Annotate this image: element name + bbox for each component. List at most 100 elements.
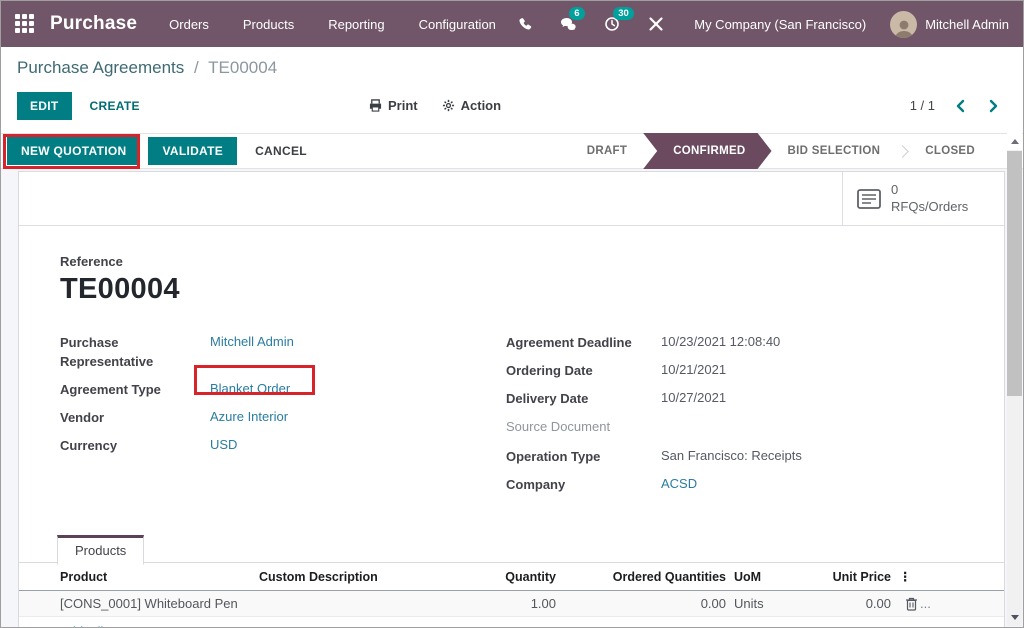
field-delivery-date: Delivery Date 10/27/2021 bbox=[506, 389, 966, 417]
edit-button[interactable]: EDIT bbox=[17, 92, 72, 120]
purchase-representative-link[interactable]: Mitchell Admin bbox=[210, 333, 294, 349]
breadcrumb-current: TE00004 bbox=[208, 58, 277, 77]
action-label: Action bbox=[461, 98, 501, 113]
operation-type-value: San Francisco: Receipts bbox=[661, 447, 802, 463]
state-bid-selection[interactable]: BID SELECTION bbox=[774, 134, 895, 168]
field-company: Company ACSD bbox=[506, 475, 966, 503]
list-icon bbox=[857, 189, 881, 209]
menu-configuration[interactable]: Configuration bbox=[419, 17, 496, 32]
top-navbar: Purchase Orders Products Reporting Confi… bbox=[1, 1, 1023, 47]
field-label: Delivery Date bbox=[506, 389, 661, 409]
agreement-deadline-value: 10/23/2021 12:08:40 bbox=[661, 333, 780, 349]
control-panel: Purchase Agreements / TE00004 EDIT CREAT… bbox=[1, 47, 1023, 133]
field-label: Source Document bbox=[506, 417, 661, 437]
tab-products[interactable]: Products bbox=[57, 535, 144, 565]
scrollbar-up-icon[interactable] bbox=[1007, 133, 1022, 150]
state-pipeline: DRAFT CONFIRMED BID SELECTION CLOSED bbox=[573, 134, 989, 168]
pager-count: 1 / 1 bbox=[910, 98, 935, 113]
field-agreement-deadline: Agreement Deadline 10/23/2021 12:08:40 bbox=[506, 333, 966, 361]
apps-grid-icon[interactable] bbox=[15, 14, 35, 34]
col-quantity[interactable]: Quantity bbox=[469, 563, 564, 591]
field-source-document: Source Document bbox=[506, 417, 966, 445]
stat-label: RFQs/Orders bbox=[891, 199, 968, 215]
new-quotation-button[interactable]: NEW QUOTATION bbox=[7, 137, 140, 165]
gear-icon bbox=[442, 99, 455, 112]
cell-custom-description bbox=[259, 591, 469, 617]
menu-orders[interactable]: Orders bbox=[169, 17, 209, 32]
ordering-date-value: 10/21/2021 bbox=[661, 361, 726, 377]
cell-uom: Units bbox=[734, 591, 794, 617]
pager-prev-icon[interactable] bbox=[955, 99, 966, 113]
menu-reporting[interactable]: Reporting bbox=[328, 17, 384, 32]
trash-icon[interactable] bbox=[905, 597, 918, 611]
col-uom[interactable]: UoM bbox=[734, 563, 794, 591]
print-menu[interactable]: Print bbox=[369, 98, 418, 113]
state-draft[interactable]: DRAFT bbox=[573, 134, 641, 168]
scrollbar-thumb[interactable] bbox=[1007, 151, 1022, 396]
cell-ordered: 0.00 bbox=[564, 591, 734, 617]
field-label: Currency bbox=[60, 436, 210, 456]
col-unit-price[interactable]: Unit Price bbox=[794, 563, 899, 591]
breadcrumb: Purchase Agreements / TE00004 bbox=[17, 58, 1007, 78]
field-label: Vendor bbox=[60, 408, 210, 428]
vertical-scrollbar[interactable] bbox=[1007, 133, 1022, 626]
tools-icon[interactable] bbox=[646, 14, 666, 34]
scrollbar-down-icon[interactable] bbox=[1007, 609, 1022, 626]
user-menu[interactable]: Mitchell Admin bbox=[890, 11, 1009, 38]
delivery-date-value: 10/27/2021 bbox=[661, 389, 726, 405]
state-confirmed[interactable]: CONFIRMED bbox=[643, 133, 771, 169]
create-button[interactable]: CREATE bbox=[90, 99, 140, 113]
statusbar: NEW QUOTATION VALIDATE CANCEL DRAFT CONF… bbox=[1, 133, 1023, 169]
form-sheet: 0 RFQs/Orders Reference TE00004 Purchase… bbox=[18, 171, 1005, 627]
field-operation-type: Operation Type San Francisco: Receipts bbox=[506, 447, 966, 475]
state-closed[interactable]: CLOSED bbox=[911, 134, 989, 168]
cell-unit-price: 0.00 bbox=[794, 591, 899, 617]
field-label: Ordering Date bbox=[506, 361, 661, 381]
rfqs-orders-stat-button[interactable]: 0 RFQs/Orders bbox=[842, 172, 1004, 225]
col-custom-description[interactable]: Custom Description bbox=[259, 563, 469, 591]
company-switcher[interactable]: My Company (San Francisco) bbox=[694, 17, 866, 32]
user-name: Mitchell Admin bbox=[925, 17, 1009, 32]
table-row[interactable]: [CONS_0001] Whiteboard Pen 1.00 0.00 Uni… bbox=[19, 591, 1004, 617]
field-label: Company bbox=[506, 475, 661, 495]
state-separator-icon bbox=[896, 145, 909, 158]
vendor-link[interactable]: Azure Interior bbox=[210, 408, 288, 424]
breadcrumb-parent[interactable]: Purchase Agreements bbox=[17, 58, 184, 77]
reference-label: Reference bbox=[60, 254, 1004, 269]
field-label: Agreement Deadline bbox=[506, 333, 661, 353]
row-overflow: ... bbox=[920, 596, 931, 611]
optional-columns-icon[interactable]: ⋮ bbox=[899, 563, 1004, 591]
currency-link[interactable]: USD bbox=[210, 436, 237, 452]
phone-icon[interactable] bbox=[514, 14, 534, 34]
field-label: Purchase Representative bbox=[60, 333, 210, 372]
pager-next-icon[interactable] bbox=[988, 99, 999, 113]
field-label: Agreement Type bbox=[60, 380, 210, 400]
main-menu: Orders Products Reporting Configuration bbox=[169, 17, 496, 32]
add-a-line-link[interactable]: Add a line bbox=[60, 624, 118, 628]
reference-value: TE00004 bbox=[60, 273, 1004, 306]
menu-products[interactable]: Products bbox=[243, 17, 294, 32]
action-menu[interactable]: Action bbox=[442, 98, 501, 113]
app-window: Purchase Orders Products Reporting Confi… bbox=[0, 0, 1024, 628]
col-product[interactable]: Product bbox=[19, 563, 259, 591]
field-label: Operation Type bbox=[506, 447, 661, 467]
content-area: 0 RFQs/Orders Reference TE00004 Purchase… bbox=[1, 169, 1023, 627]
agreement-type-link[interactable]: Blanket Order bbox=[210, 380, 290, 396]
app-title[interactable]: Purchase bbox=[50, 13, 137, 35]
activities-clock-icon[interactable]: 30 bbox=[602, 14, 622, 34]
stat-count: 0 bbox=[891, 182, 968, 198]
cell-quantity: 1.00 bbox=[469, 591, 564, 617]
field-purchase-representative: Purchase Representative Mitchell Admin bbox=[60, 333, 506, 372]
company-link[interactable]: ACSD bbox=[661, 475, 697, 491]
field-currency: Currency USD bbox=[60, 436, 506, 464]
cell-product: [CONS_0001] Whiteboard Pen bbox=[19, 591, 259, 617]
validate-button[interactable]: VALIDATE bbox=[148, 137, 237, 165]
field-ordering-date: Ordering Date 10/21/2021 bbox=[506, 361, 966, 389]
print-label: Print bbox=[388, 98, 418, 113]
user-avatar bbox=[890, 11, 917, 38]
messages-icon[interactable]: 6 bbox=[558, 14, 578, 34]
products-table: Product Custom Description Quantity Orde… bbox=[19, 563, 1004, 617]
cancel-button[interactable]: CANCEL bbox=[255, 144, 307, 158]
breadcrumb-separator: / bbox=[194, 58, 199, 77]
col-ordered-quantities[interactable]: Ordered Quantities bbox=[564, 563, 734, 591]
